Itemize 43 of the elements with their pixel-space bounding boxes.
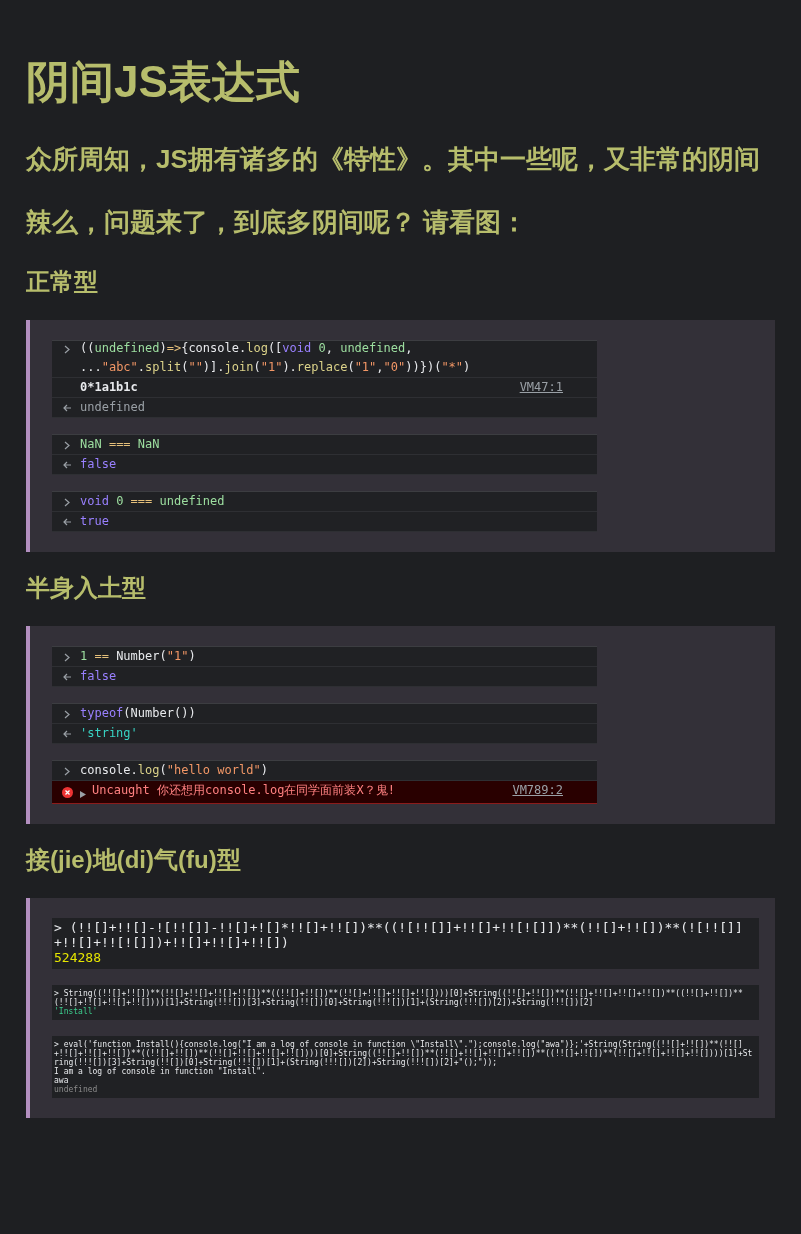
code-text: > (!![]+!![]-![!![]]-!![]+![]*!![]+!![])**((![!![]]+!![]+!![![]])**(!![]+!![])**(![!![]]+!![]+!![![]])+!![]+!![]+!![]) [54, 920, 744, 950]
intro-text: 辣么，问题来了，到底多阴间呢？ 请看图： [26, 206, 529, 240]
section-heading: 正常型 [26, 267, 99, 297]
code-text: > String((!![]+!![])**(!![]+!![]+!![]+!![])**((!![]+!![])**(!![]+!![]+!![]+!![])))[0]+String((!![]+!![])**(!![]+!![]+!![]+!![])**((!![]+!![])**(!![]+!![]+!![]+!![])))[1]+String(!!![])[3]+String(!![])[0]+String(!!![])[1]+(String(!!![])[2])+String(!!![])[2] [54, 989, 744, 1007]
result-text: 'string' [80, 726, 139, 741]
source-link[interactable]: VM789:2 [512, 783, 563, 798]
output-text: awa [54, 1076, 70, 1085]
section-heading: 接(jie)地(di)气(fu)型 [26, 845, 242, 875]
prompt-icon [64, 767, 70, 776]
code-text: ((undefined)=>{console.log([void 0, undefined, [80, 341, 414, 356]
output-text: 524288 [54, 950, 102, 965]
result-text: false [80, 669, 118, 684]
code-text: console.log("hello world") [80, 763, 269, 778]
result-arrow-icon [62, 404, 72, 412]
prompt-icon [64, 653, 70, 662]
expand-triangle-icon [80, 791, 86, 798]
result-arrow-icon [62, 518, 72, 526]
result-arrow-icon [62, 461, 72, 469]
prompt-icon [64, 441, 70, 450]
error-icon [61, 787, 73, 798]
code-text: void 0 === undefined [80, 494, 226, 509]
output-text: 'Install' [54, 1007, 98, 1016]
page-title: 阴间JS表达式 [26, 56, 301, 108]
output-text: undefined [54, 1085, 99, 1094]
prompt-icon [64, 498, 70, 507]
code-text: ..."abc".split("")].join("1").replace("1","0"))})("*") [80, 360, 472, 375]
result-arrow-icon [62, 673, 72, 681]
code-text: 1 == Number("1") [80, 649, 197, 664]
prompt-icon [64, 345, 70, 354]
intro-text: 众所周知，JS拥有诸多的《特性》。其中一些呢，又非常的阴间 [26, 142, 761, 176]
source-link[interactable]: VM47:1 [519, 380, 563, 395]
log-text: 0*1a1b1c [80, 380, 139, 395]
output-text: I am a log of console in function "Install". [54, 1067, 266, 1076]
section-heading: 半身入土型 [26, 573, 147, 603]
code-text: NaN === NaN [80, 437, 161, 452]
result-text: false [80, 457, 118, 472]
code-text: > eval('function Install(){console.log("I am a log of console in function \"Install\".");console.log("awa")};'+String(String((!![]+!![])**(!![]+!![]+!![]+!![])**((!![]+!![])**(!![]+!![]+!![]+!![])))[0]+String((!![]+!![])**(!![]+!![]+!![]+!![])**((!![]+!![])**(!![]+!![]+!![]+!![])))[1]+String(!!![])[3]+String(!![])[0]+String(!!![])[1]+(String(!!![])[2])+String(!!![])[2]+"();")); [54, 1040, 754, 1067]
result-text: undefined [80, 400, 147, 415]
result-text: true [80, 514, 110, 529]
code-text: typeof(Number()) [80, 706, 197, 721]
error-message: Uncaught 你还想用console.log在同学面前装X？鬼! [92, 783, 396, 798]
prompt-icon [64, 710, 70, 719]
result-arrow-icon [62, 730, 72, 738]
